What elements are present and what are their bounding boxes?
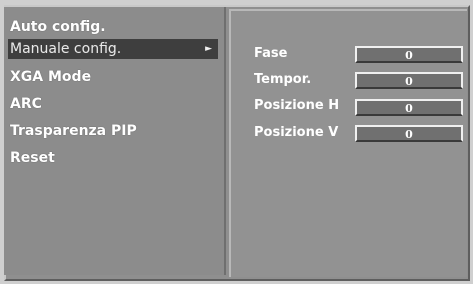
param-value-tempor[interactable]: 0 [355, 72, 463, 89]
menu-item-label: Trasparenza PIP [10, 123, 137, 139]
menu-item-manuale-config[interactable]: Manuale config. ► [8, 39, 218, 59]
param-label-posizione-v: Posizione V [254, 125, 339, 140]
param-value-posizione-h[interactable]: 0 [355, 99, 463, 116]
osd-screen: Auto config. Manuale config. ► XGA Mode … [0, 0, 473, 284]
menu-item-arc[interactable]: ARC [10, 94, 42, 114]
param-value-posizione-v[interactable]: 0 [355, 125, 463, 142]
menu-item-label: XGA Mode [10, 69, 92, 85]
menu-item-label: Manuale config. [10, 41, 122, 57]
menu-item-label: Reset [10, 150, 55, 166]
menu-item-label: Auto config. [10, 19, 106, 35]
param-value-fase[interactable]: 0 [355, 46, 463, 63]
menu-item-auto-config[interactable]: Auto config. [10, 17, 106, 37]
menu-item-trasparenza-pip[interactable]: Trasparenza PIP [10, 121, 137, 141]
param-label-fase: Fase [254, 46, 288, 61]
left-menu-panel: Auto config. Manuale config. ► XGA Mode … [4, 7, 226, 275]
submenu-arrow-icon: ► [205, 44, 212, 54]
right-settings-panel: Fase 0 Tempor. 0 Posizione H 0 Posizione… [229, 9, 467, 277]
param-label-posizione-h: Posizione H [254, 98, 340, 113]
menu-item-xga-mode[interactable]: XGA Mode [10, 67, 91, 87]
menu-item-reset[interactable]: Reset [10, 148, 55, 168]
menu-item-label: ARC [10, 96, 42, 112]
param-label-tempor: Tempor. [254, 72, 312, 87]
